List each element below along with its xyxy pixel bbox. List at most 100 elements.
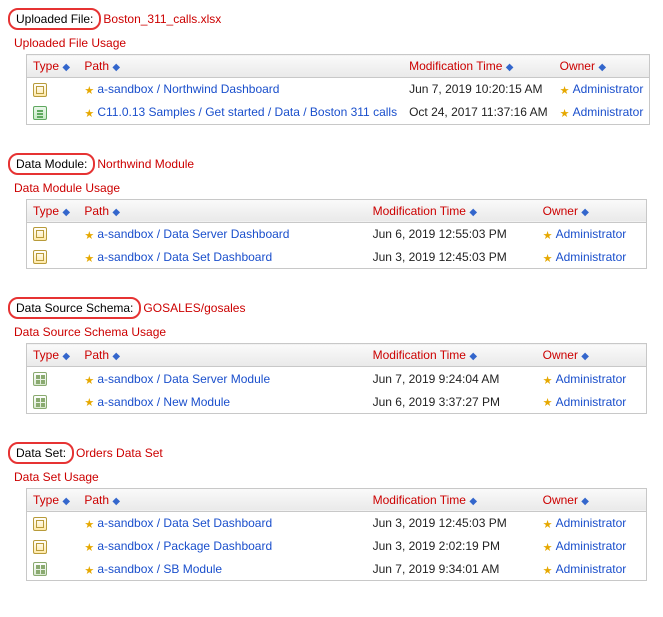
column-header-modified[interactable]: Modification Time ◆ bbox=[367, 344, 537, 367]
cell-modified: Jun 3, 2019 12:45:03 PM bbox=[367, 511, 537, 534]
sort-icon[interactable]: ◆ bbox=[62, 496, 72, 506]
path-link[interactable]: a-sandbox / Data Server Dashboard bbox=[97, 227, 289, 241]
sort-icon[interactable]: ◆ bbox=[62, 207, 72, 217]
column-header-path[interactable]: Path ◆ bbox=[78, 55, 403, 78]
star-icon[interactable]: ★ bbox=[84, 541, 96, 553]
path-link[interactable]: a-sandbox / Data Server Module bbox=[97, 372, 270, 386]
path-link[interactable]: a-sandbox / Package Dashboard bbox=[97, 539, 272, 553]
cell-path: ★a-sandbox / Package Dashboard bbox=[78, 535, 366, 558]
cell-modified: Jun 7, 2019 10:20:15 AM bbox=[403, 78, 554, 101]
path-link[interactable]: a-sandbox / Data Set Dashboard bbox=[97, 250, 272, 264]
star-icon[interactable]: ★ bbox=[84, 374, 96, 386]
star-icon[interactable]: ★ bbox=[84, 84, 96, 96]
column-header-path[interactable]: Path ◆ bbox=[78, 344, 366, 367]
sort-icon[interactable]: ◆ bbox=[581, 351, 591, 361]
cell-type bbox=[27, 78, 79, 101]
sort-icon[interactable]: ◆ bbox=[581, 207, 591, 217]
column-header-owner[interactable]: Owner ◆ bbox=[554, 55, 650, 78]
cell-modified: Jun 7, 2019 9:24:04 AM bbox=[367, 367, 537, 390]
star-icon[interactable]: ★ bbox=[543, 229, 555, 241]
path-link[interactable]: a-sandbox / New Module bbox=[97, 395, 230, 409]
column-header-path[interactable]: Path ◆ bbox=[78, 488, 366, 511]
column-header-owner[interactable]: Owner ◆ bbox=[537, 488, 647, 511]
sort-icon[interactable]: ◆ bbox=[112, 207, 122, 217]
star-icon[interactable]: ★ bbox=[84, 396, 96, 408]
cell-type bbox=[27, 222, 79, 245]
section-label: Data Module: bbox=[8, 153, 95, 175]
star-icon[interactable]: ★ bbox=[84, 564, 96, 576]
column-header-path[interactable]: Path ◆ bbox=[78, 199, 366, 222]
column-header-owner[interactable]: Owner ◆ bbox=[537, 199, 647, 222]
star-icon[interactable]: ★ bbox=[543, 374, 555, 386]
cell-owner: ★Administrator bbox=[537, 558, 647, 581]
section-label: Uploaded File: bbox=[8, 8, 101, 30]
sort-icon[interactable]: ◆ bbox=[469, 207, 479, 217]
star-icon[interactable]: ★ bbox=[84, 107, 96, 119]
star-icon[interactable]: ★ bbox=[560, 84, 572, 96]
column-header-type[interactable]: Type ◆ bbox=[27, 344, 79, 367]
cell-owner: ★Administrator bbox=[537, 367, 647, 390]
owner-link[interactable]: Administrator bbox=[573, 105, 644, 119]
section-header: Data Source Schema:GOSALES/gosales bbox=[8, 297, 655, 319]
star-icon[interactable]: ★ bbox=[543, 252, 555, 264]
table-row: ★C11.0.13 Samples / Get started / Data /… bbox=[27, 101, 650, 124]
star-icon[interactable]: ★ bbox=[543, 564, 555, 576]
star-icon[interactable]: ★ bbox=[84, 518, 96, 530]
owner-link[interactable]: Administrator bbox=[556, 562, 627, 576]
owner-link[interactable]: Administrator bbox=[556, 227, 627, 241]
column-header-modified[interactable]: Modification Time ◆ bbox=[403, 55, 554, 78]
section-header: Data Module:Northwind Module bbox=[8, 153, 655, 175]
cell-modified: Jun 7, 2019 9:34:01 AM bbox=[367, 558, 537, 581]
usage-table: Type ◆Path ◆Modification Time ◆Owner ◆★a… bbox=[26, 343, 647, 414]
star-icon[interactable]: ★ bbox=[560, 107, 572, 119]
column-header-type[interactable]: Type ◆ bbox=[27, 488, 79, 511]
owner-link[interactable]: Administrator bbox=[556, 539, 627, 553]
sort-icon[interactable]: ◆ bbox=[581, 496, 591, 506]
owner-link[interactable]: Administrator bbox=[556, 395, 627, 409]
usage-section: Data Source Schema:GOSALES/gosalesData S… bbox=[8, 297, 655, 414]
star-icon[interactable]: ★ bbox=[543, 396, 555, 408]
column-header-type[interactable]: Type ◆ bbox=[27, 55, 79, 78]
star-icon[interactable]: ★ bbox=[543, 541, 555, 553]
usage-title: Data Source Schema Usage bbox=[14, 325, 655, 339]
cell-type bbox=[27, 101, 79, 124]
sort-icon[interactable]: ◆ bbox=[469, 496, 479, 506]
owner-link[interactable]: Administrator bbox=[556, 516, 627, 530]
dashboard-icon bbox=[33, 250, 47, 264]
owner-link[interactable]: Administrator bbox=[556, 250, 627, 264]
cell-type bbox=[27, 367, 79, 390]
sort-icon[interactable]: ◆ bbox=[112, 351, 122, 361]
sort-icon[interactable]: ◆ bbox=[112, 62, 122, 72]
cell-path: ★C11.0.13 Samples / Get started / Data /… bbox=[78, 101, 403, 124]
table-row: ★a-sandbox / Data Server ModuleJun 7, 20… bbox=[27, 367, 647, 390]
owner-link[interactable]: Administrator bbox=[573, 82, 644, 96]
cell-type bbox=[27, 535, 79, 558]
path-link[interactable]: C11.0.13 Samples / Get started / Data / … bbox=[97, 105, 397, 119]
cell-owner: ★Administrator bbox=[537, 245, 647, 268]
sort-icon[interactable]: ◆ bbox=[598, 62, 608, 72]
path-link[interactable]: a-sandbox / Northwind Dashboard bbox=[97, 82, 279, 96]
star-icon[interactable]: ★ bbox=[543, 518, 555, 530]
usage-table: Type ◆Path ◆Modification Time ◆Owner ◆★a… bbox=[26, 488, 647, 581]
column-header-modified[interactable]: Modification Time ◆ bbox=[367, 488, 537, 511]
sort-icon[interactable]: ◆ bbox=[62, 351, 72, 361]
sort-icon[interactable]: ◆ bbox=[62, 62, 72, 72]
sort-icon[interactable]: ◆ bbox=[506, 62, 516, 72]
star-icon[interactable]: ★ bbox=[84, 229, 96, 241]
cell-type bbox=[27, 390, 79, 413]
sort-icon[interactable]: ◆ bbox=[112, 496, 122, 506]
table-row: ★a-sandbox / Data Set DashboardJun 3, 20… bbox=[27, 245, 647, 268]
cell-owner: ★Administrator bbox=[537, 511, 647, 534]
path-link[interactable]: a-sandbox / Data Set Dashboard bbox=[97, 516, 272, 530]
module-icon bbox=[33, 562, 47, 576]
section-label: Data Source Schema: bbox=[8, 297, 141, 319]
column-header-owner[interactable]: Owner ◆ bbox=[537, 344, 647, 367]
usage-table: Type ◆Path ◆Modification Time ◆Owner ◆★a… bbox=[26, 199, 647, 270]
sort-icon[interactable]: ◆ bbox=[469, 351, 479, 361]
path-link[interactable]: a-sandbox / SB Module bbox=[97, 562, 222, 576]
column-header-type[interactable]: Type ◆ bbox=[27, 199, 79, 222]
star-icon[interactable]: ★ bbox=[84, 252, 96, 264]
module-icon bbox=[33, 372, 47, 386]
owner-link[interactable]: Administrator bbox=[556, 372, 627, 386]
column-header-modified[interactable]: Modification Time ◆ bbox=[367, 199, 537, 222]
